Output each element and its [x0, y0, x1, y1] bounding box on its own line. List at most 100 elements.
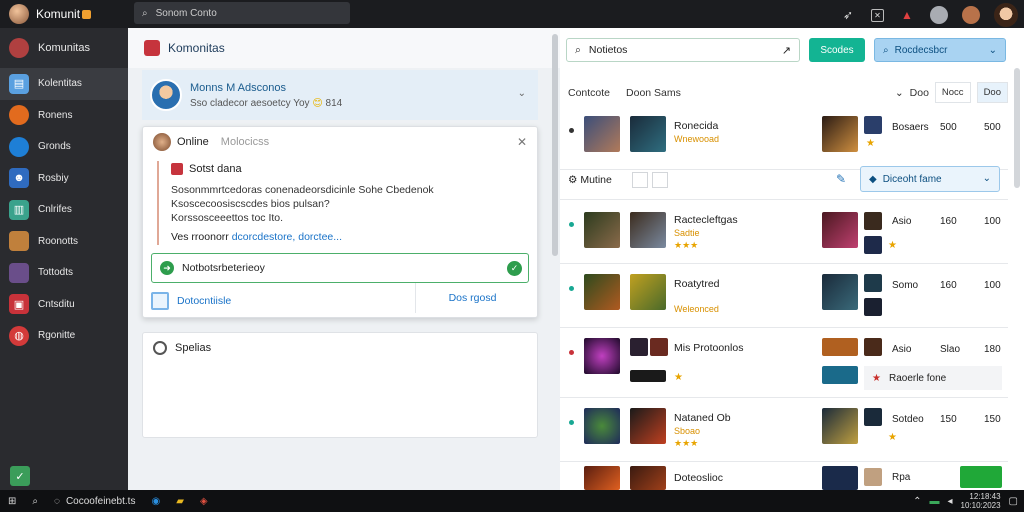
highlight-cell[interactable]: ★ Raoerle fone [864, 366, 1002, 390]
profile-name: Monns M Adsconos [190, 81, 286, 94]
volume-icon[interactable]: ◂ [947, 496, 952, 507]
notices-search-input[interactable]: ⌕ Notietos ↗ [566, 38, 800, 62]
filter-box[interactable] [652, 172, 668, 188]
sidebar-item-gronds[interactable]: Gronds [0, 131, 128, 163]
taskbar-search[interactable]: ◌ Cocoofeinebt.ts [46, 490, 143, 512]
list-item[interactable]: Nataned Ob Sboao ★★★ ★ Sotdeo 150 150 [560, 400, 1008, 462]
scrollbar[interactable] [1014, 68, 1020, 188]
sidebar-item-tottodts[interactable]: Tottodts [0, 257, 128, 289]
filter-row: ⚙ Mutine ✎ ◆ Diceoht fame ⌄ [560, 160, 1008, 200]
settings-icon[interactable] [962, 6, 980, 24]
green-action-button[interactable] [960, 466, 1002, 488]
blue-dropdown-button[interactable]: ⌕ Rocdecsbcr ⌄ [874, 38, 1006, 62]
game-thumbnail [584, 116, 620, 152]
tab-doon-sams[interactable]: Doon Sams [626, 87, 681, 99]
list-item[interactable]: Ractecleftgas Sadtie ★★★ ★ Asio 160 100 [560, 202, 1008, 264]
game-thumbnail [650, 338, 668, 356]
green-button[interactable]: Scodes [809, 38, 865, 62]
list-item[interactable]: Mis Protoonlos ★ ★ Raoerle fone Asio Sla… [560, 330, 1008, 398]
status-label: Online [177, 136, 209, 148]
filter-dropdown[interactable]: ◆ Diceoht fame ⌄ [860, 166, 1000, 192]
game-thumbnail [822, 466, 858, 490]
sidebar-item-cnlrifes[interactable]: ▥ Cnlrifes [0, 194, 128, 226]
windows-start-icon[interactable]: ⊞ [0, 490, 24, 512]
sidebar-item-cntsditu[interactable]: ▣ Cntsditu [0, 289, 128, 321]
avatar[interactable] [994, 3, 1018, 27]
top-search-placeholder: Sonom Conto [155, 7, 217, 19]
check-row[interactable]: ➜ Notbotsrbeterieoy ✓ [151, 253, 529, 283]
close-icon[interactable]: ✕ [517, 135, 527, 149]
pencil-icon[interactable]: ✎ [836, 172, 846, 186]
game-thumbnail [630, 408, 666, 444]
tab-right-3[interactable]: Doo [976, 82, 1008, 103]
sidebar-item-kolentitas[interactable]: ▤ Kolentitas [0, 68, 128, 100]
edge-icon[interactable]: ◉ [143, 490, 168, 512]
message-line: Sosonmmrtcedoras conenadeorsdicinle Sohe… [171, 184, 434, 196]
game-thumbnail [822, 338, 858, 356]
bullet [569, 128, 574, 133]
rocket-icon[interactable]: ➶ [839, 6, 857, 24]
game-thumbnail [864, 212, 882, 230]
sidebar-item-komunitas[interactable]: Komunitas [0, 28, 128, 68]
bullet [569, 222, 574, 227]
sidebar-item-rgonitte[interactable]: ◍ Rgonitte [0, 320, 128, 352]
bullet [569, 286, 574, 291]
chevron-up-icon[interactable]: ⌃ [913, 496, 921, 507]
flame-icon[interactable]: ▲ [898, 6, 916, 24]
message-line: Ksoscecoosiscscdes bios pulsan? [171, 198, 330, 210]
row-title: Mis Protoonlos [674, 342, 744, 354]
tab-right-2[interactable]: Nocc [934, 82, 971, 103]
x-icon[interactable]: ✕ [871, 8, 884, 22]
chevron-down-icon[interactable]: ⌄ [895, 87, 904, 99]
user-icon[interactable] [930, 6, 948, 24]
tab-right-1[interactable]: Doo [910, 87, 929, 99]
top-icons: ➶ ✕ ▲ [839, 3, 1018, 27]
panel-header: Komonitas [128, 28, 560, 68]
folder-icon[interactable]: ▰ [168, 490, 192, 512]
filter-box[interactable] [632, 172, 648, 188]
sidebar-item-roonotts[interactable]: Roonotts [0, 226, 128, 258]
row-sub: Wnewooad [674, 134, 720, 144]
check-label: Notbotsrbeterieoy [182, 262, 265, 274]
chat-icon: ◌ [54, 495, 60, 507]
character-icon [9, 262, 29, 283]
row-title: Ronecida [674, 120, 719, 132]
scrollbar[interactable] [552, 34, 558, 256]
app-logo-avatar[interactable] [9, 4, 29, 24]
sidebar-item-ronens[interactable]: Ronens [0, 100, 128, 132]
top-search-input[interactable]: ⌕ Sonom Conto [134, 2, 350, 24]
star-icon: ★ [872, 372, 881, 384]
footer-button[interactable]: Dos rgosd [415, 283, 529, 313]
store-icon[interactable]: ✓ [10, 466, 30, 486]
search-icon[interactable]: ⌕ [24, 490, 46, 512]
list-item[interactable]: Roatytred Weleonced Somo 160 100 [560, 266, 1008, 328]
profile-card[interactable]: Monns M Adsconos Sso cladecor aesoetcy Y… [142, 70, 538, 120]
row-sub: Sboao [674, 426, 701, 436]
game-thumbnail [822, 274, 858, 310]
files-icon: ▥ [9, 199, 29, 220]
gear-icon [153, 341, 167, 355]
clock[interactable]: 12:18:43 10:10:2023 [961, 492, 1001, 510]
chevron-down-icon: ⌄ [988, 45, 997, 56]
notification-icon[interactable]: ▢ [1009, 496, 1018, 507]
network-icon[interactable]: ▬ [929, 496, 939, 507]
firefox-icon [9, 105, 29, 126]
sidebar: Komunitas ▤ Kolentitas Ronens Gronds ☻ Ros… [0, 28, 128, 490]
app-icon[interactable]: ◈ [192, 490, 216, 512]
game-thumbnail [864, 274, 882, 292]
game-thumbnail [822, 408, 858, 444]
game-thumbnail [864, 468, 882, 486]
sidebar-item-rosbiy[interactable]: ☻ Rosbiy [0, 163, 128, 195]
message-link[interactable]: dcorcdestore, dorctee... [232, 231, 342, 243]
list-item[interactable]: Doteoslioc Rpa [560, 464, 1008, 490]
message-title: Sotst dana [189, 163, 242, 175]
tab-contcote[interactable]: Contcote [568, 87, 610, 99]
bullet [569, 350, 574, 355]
game-thumbnail [584, 338, 620, 374]
smile-icon: 😊 [312, 97, 323, 109]
chevron-down-icon[interactable]: ⌄ [518, 88, 526, 99]
game-thumbnail [864, 338, 882, 356]
checkbox[interactable] [151, 292, 169, 310]
footer-link[interactable]: Dotocntiisle [177, 295, 231, 307]
game-thumbnail [630, 212, 666, 248]
